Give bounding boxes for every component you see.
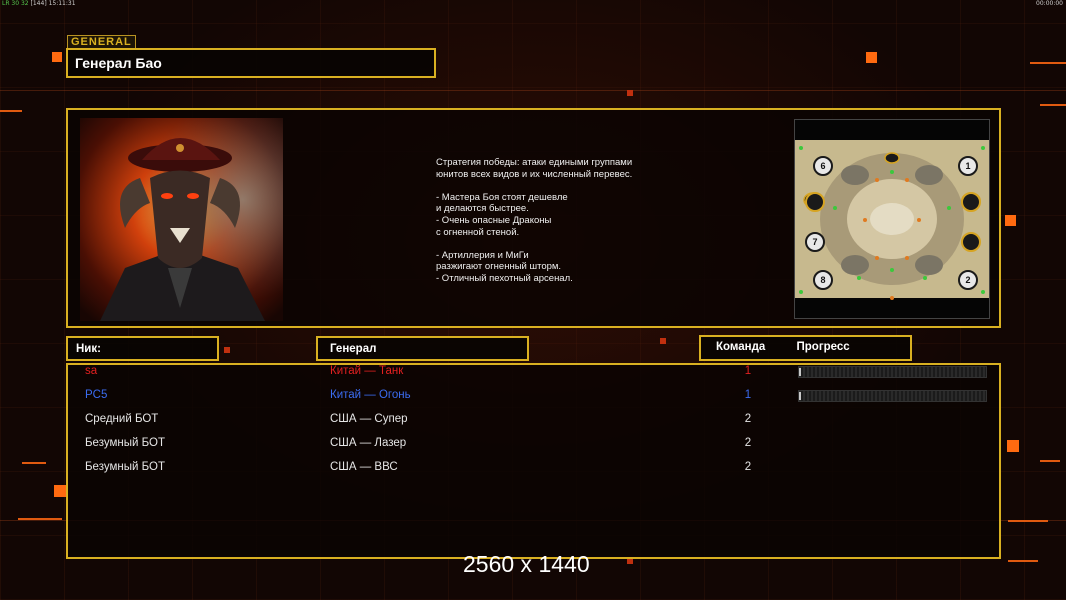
player-team: 1: [744, 365, 752, 377]
general-name: Генерал Бао: [75, 55, 162, 71]
status-bar: LR 30 32 [144] 15:11:31 00:00:00: [0, 0, 1066, 10]
loading-progress-bar: [798, 366, 987, 378]
player-team: 1: [744, 389, 752, 401]
general-tag: GENERAL: [67, 35, 136, 49]
decor-square: [660, 338, 666, 344]
start-slot[interactable]: 1: [958, 156, 978, 176]
decor-dash: [1008, 520, 1048, 522]
start-slot[interactable]: [961, 232, 981, 252]
progress-fill: [799, 392, 801, 400]
player-row[interactable]: Средний БОТ США — Супер 2: [0, 413, 1066, 435]
clock-readout: 15:11:31: [48, 0, 76, 7]
player-row[interactable]: PC5 Китай — Огонь 1: [0, 389, 1066, 411]
progress-fill: [799, 368, 801, 376]
decor-dash: [0, 110, 22, 112]
resolution-label: 2560 x 1440: [463, 551, 590, 577]
player-team: 2: [744, 461, 752, 473]
decor-line: [0, 90, 1066, 91]
status-left: LR 30 32 [144] 15:11:31: [2, 0, 76, 7]
strategy-text: Стратегия победы: атаки едиными группами…: [436, 157, 633, 284]
decor-square: [627, 90, 633, 96]
column-header-progress-label: Прогресс: [796, 341, 850, 353]
player-general: США — Лазер: [330, 437, 407, 449]
fps-readout: LR 30 32: [2, 0, 29, 7]
start-slot[interactable]: 7: [805, 232, 825, 252]
column-header-nick-label: Ник:: [76, 343, 101, 355]
decor-dash: [18, 518, 62, 520]
player-nick: Средний БОТ: [85, 413, 159, 425]
column-header-team-progress: Команда Прогресс: [699, 335, 912, 361]
minimap: 6 1 7 8 2: [794, 119, 990, 319]
player-row[interactable]: sa Китай — Танк 1: [0, 365, 1066, 387]
start-slot[interactable]: [805, 192, 825, 212]
decor-square: [224, 347, 230, 353]
decor-square: [52, 52, 62, 62]
loading-progress-bar: [798, 390, 987, 402]
player-general: Китай — Танк: [330, 365, 404, 377]
player-general: США — Супер: [330, 413, 408, 425]
start-slot[interactable]: 6: [813, 156, 833, 176]
column-header-team-label: Команда: [716, 341, 766, 353]
player-row[interactable]: Безумный БОТ США — ВВС 2: [0, 461, 1066, 483]
general-portrait: [80, 118, 283, 321]
start-slot[interactable]: 2: [958, 270, 978, 290]
column-header-general-label: Генерал: [330, 343, 377, 355]
player-nick: Безумный БОТ: [85, 437, 165, 449]
decor-square: [866, 52, 877, 63]
game-timer: 00:00:00: [1036, 0, 1063, 7]
general-title: Генерал Бао: [66, 48, 436, 78]
player-team: 2: [744, 413, 752, 425]
column-header-general: Генерал: [316, 336, 529, 361]
decor-dash: [1030, 62, 1066, 64]
player-nick: PC5: [85, 389, 108, 401]
decor-dash: [1040, 104, 1066, 106]
players-list: sa Китай — Танк 1 PC5 Китай — Огонь 1 Средний …: [0, 363, 1066, 493]
column-header-nick: Ник:: [66, 336, 219, 361]
player-team: 2: [744, 437, 752, 449]
player-row[interactable]: Безумный БОТ США — Лазер 2: [0, 437, 1066, 459]
start-slot[interactable]: [961, 192, 981, 212]
player-general: США — ВВС: [330, 461, 398, 473]
start-slot[interactable]: 8: [813, 270, 833, 290]
decor-dash: [1008, 560, 1038, 562]
player-general: Китай — Огонь: [330, 389, 411, 401]
ping-readout: 144: [32, 0, 45, 7]
decor-square: [1005, 215, 1016, 226]
player-nick: Безумный БОТ: [85, 461, 165, 473]
player-nick: sa: [85, 365, 98, 377]
